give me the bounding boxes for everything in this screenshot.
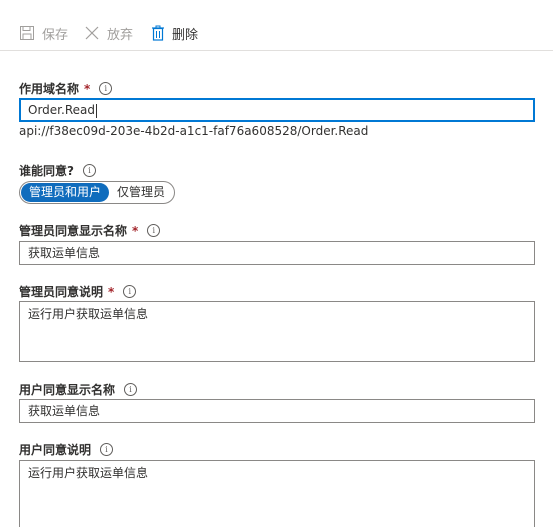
user-description-textarea[interactable]: 运行用户获取运单信息 xyxy=(19,460,535,527)
info-icon[interactable]: i xyxy=(82,164,96,177)
admin-description-textarea[interactable]: 运行用户获取运单信息 xyxy=(19,301,535,362)
close-icon xyxy=(84,25,100,41)
command-bar: 保存 放弃 删除 xyxy=(0,0,553,51)
user-description-value: 运行用户获取运单信息 xyxy=(28,466,149,480)
info-icon[interactable]: i xyxy=(100,443,114,456)
required-mark: * xyxy=(132,223,139,238)
delete-button[interactable]: 删除 xyxy=(151,24,199,43)
scope-uri: api://f38ec09d-203e-4b2d-a1c1-faf76a6085… xyxy=(19,124,369,138)
text-caret xyxy=(95,103,97,118)
scope-name-value: Order.Read xyxy=(28,103,95,117)
scope-name-input[interactable]: Order.Read xyxy=(19,98,535,122)
user-description-label: 用户同意说明 i xyxy=(19,441,114,458)
discard-label: 放弃 xyxy=(107,27,134,43)
admin-description-label: 管理员同意说明 * i xyxy=(19,283,137,300)
info-icon[interactable]: i xyxy=(99,82,113,95)
admin-display-name-value: 获取运单信息 xyxy=(28,246,101,260)
admin-display-name-input[interactable]: 获取运单信息 xyxy=(19,241,535,265)
delete-label: 删除 xyxy=(172,27,199,43)
save-label: 保存 xyxy=(42,27,69,43)
consent-toggle: 管理员和用户 仅管理员 xyxy=(19,181,176,204)
info-icon[interactable]: i xyxy=(147,224,161,237)
user-display-name-input[interactable]: 获取运单信息 xyxy=(19,399,535,423)
trash-icon xyxy=(151,25,165,41)
user-display-name-value: 获取运单信息 xyxy=(28,404,101,418)
consent-option-admins-only[interactable]: 仅管理员 xyxy=(109,183,173,202)
discard-button[interactable]: 放弃 xyxy=(84,24,134,43)
required-mark: * xyxy=(108,284,115,299)
info-icon[interactable]: i xyxy=(123,285,137,298)
who-can-consent-label: 谁能同意? i xyxy=(19,162,96,179)
info-icon[interactable]: i xyxy=(124,383,138,396)
save-icon xyxy=(19,25,35,41)
consent-option-admins-and-users[interactable]: 管理员和用户 xyxy=(21,183,110,202)
admin-display-name-label: 管理员同意显示名称 * i xyxy=(19,222,161,239)
user-display-name-label: 用户同意显示名称 i xyxy=(19,381,138,398)
admin-description-value: 运行用户获取运单信息 xyxy=(28,307,149,321)
save-button[interactable]: 保存 xyxy=(19,24,69,43)
scope-name-label: 作用域名称 * i xyxy=(19,80,113,97)
required-mark: * xyxy=(84,81,91,96)
